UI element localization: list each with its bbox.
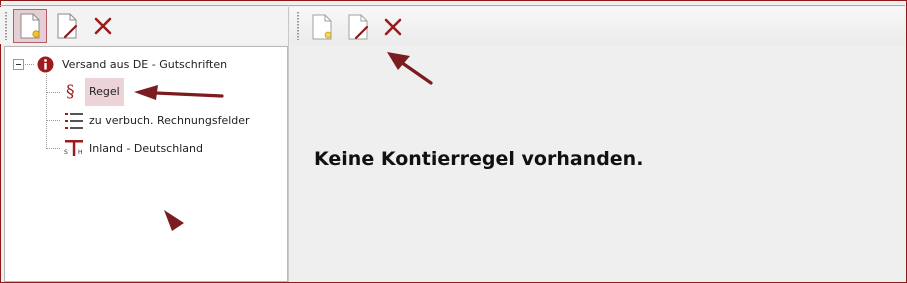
mouse-cursor-icon xyxy=(164,210,184,231)
toolbar-grip[interactable] xyxy=(5,12,7,40)
toolbar-grip[interactable] xyxy=(297,12,299,40)
edit-detail-button[interactable] xyxy=(341,10,375,44)
new-document-icon xyxy=(20,13,40,39)
tree-connector xyxy=(47,148,61,149)
edit-document-icon xyxy=(348,14,369,40)
tree-connector xyxy=(47,92,61,93)
delete-rule-button[interactable] xyxy=(86,9,120,43)
empty-state-message: Keine Kontierregel vorhanden. xyxy=(314,148,644,170)
new-detail-button[interactable] xyxy=(305,10,339,44)
tree-node-rule[interactable]: Regel xyxy=(85,78,124,106)
tree-node-domestic[interactable]: Inland - Deutschland xyxy=(89,142,203,156)
new-document-icon xyxy=(312,14,332,40)
edit-rule-button[interactable] xyxy=(50,9,84,43)
annotation-arrow xyxy=(387,52,433,85)
delete-icon xyxy=(384,18,402,36)
window-top-border xyxy=(0,5,905,6)
edit-document-icon xyxy=(57,13,78,39)
delete-detail-button[interactable] xyxy=(376,10,410,44)
svg-text:H: H xyxy=(78,149,83,156)
paragraph-icon: § xyxy=(66,82,75,102)
minus-icon xyxy=(16,64,21,65)
svg-text:S: S xyxy=(64,149,68,156)
tree-node-booking-fields[interactable]: zu verbuch. Rechnungsfelder xyxy=(89,114,250,128)
new-rule-button[interactable] xyxy=(13,9,47,43)
annotation-arrow xyxy=(134,85,224,100)
tax-icon: S H xyxy=(63,139,85,161)
tree-connector xyxy=(46,74,47,149)
pane-splitter[interactable] xyxy=(288,7,289,282)
tree-node-root[interactable]: Versand aus DE - Gutschriften xyxy=(62,58,227,72)
tree-connector xyxy=(47,120,61,121)
delete-icon xyxy=(94,17,112,35)
collapse-toggle[interactable] xyxy=(13,59,24,70)
list-icon xyxy=(64,112,84,134)
tree-connector xyxy=(25,64,35,65)
